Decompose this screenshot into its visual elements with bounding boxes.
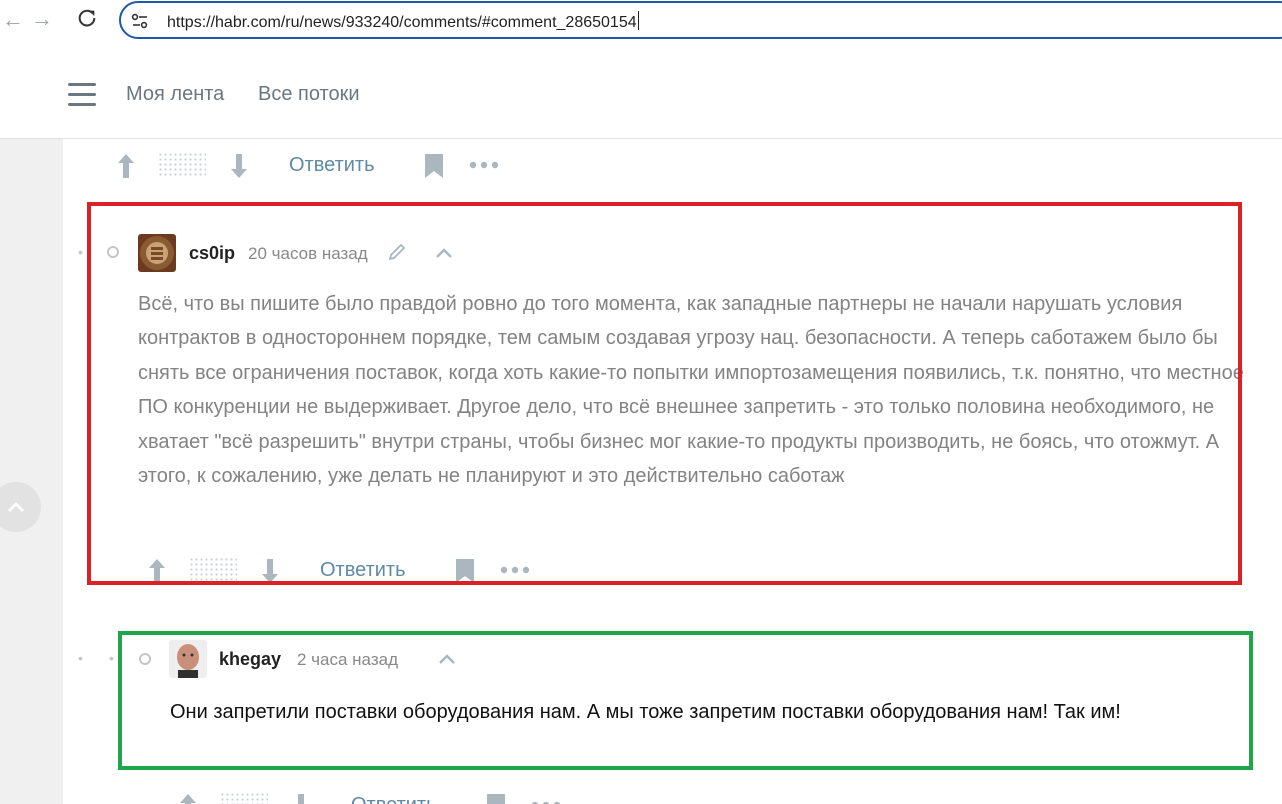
highlight-frame-red (87, 202, 1242, 585)
bookmark-icon[interactable] (424, 153, 444, 179)
vote-down-icon[interactable] (291, 792, 311, 804)
comment-actions: Ответить (178, 790, 598, 804)
tune-icon[interactable] (130, 11, 150, 36)
arrow-right-icon[interactable]: → (31, 8, 53, 30)
comment-actions: Ответить (116, 150, 536, 184)
score-hidden (220, 792, 268, 804)
thread-dot: • (78, 244, 83, 260)
vote-up-icon[interactable] (178, 792, 198, 804)
thread-dot: • (78, 650, 83, 666)
score-hidden (158, 152, 206, 178)
bookmark-icon[interactable] (486, 793, 506, 804)
highlight-frame-green (118, 631, 1253, 770)
reload-icon[interactable] (76, 7, 98, 34)
arrow-left-icon[interactable]: ← (2, 9, 24, 31)
address-bar[interactable]: https://habr.com/ru/news/933240/comments… (119, 1, 1282, 39)
browser-toolbar: ← → https://habr.com/ru/news/933240/comm… (0, 0, 1282, 47)
url-input[interactable]: https://habr.com/ru/news/933240/comments… (167, 11, 639, 32)
site-header: Моя лента Все потоки (0, 47, 1282, 139)
reply-link[interactable]: Ответить (289, 154, 375, 177)
more-options-icon[interactable] (469, 161, 499, 169)
vote-up-icon[interactable] (116, 152, 136, 180)
nav-all-streams[interactable]: Все потоки (258, 83, 360, 106)
url-text: https://habr.com/ru/news/933240/comments… (167, 14, 637, 31)
nav-my-feed[interactable]: Моя лента (126, 83, 224, 106)
reply-link[interactable]: Ответить (351, 794, 437, 804)
thread-dot: • (109, 650, 114, 666)
vote-down-icon[interactable] (229, 152, 249, 180)
hamburger-menu-icon[interactable] (68, 83, 96, 106)
left-gutter (0, 139, 63, 804)
